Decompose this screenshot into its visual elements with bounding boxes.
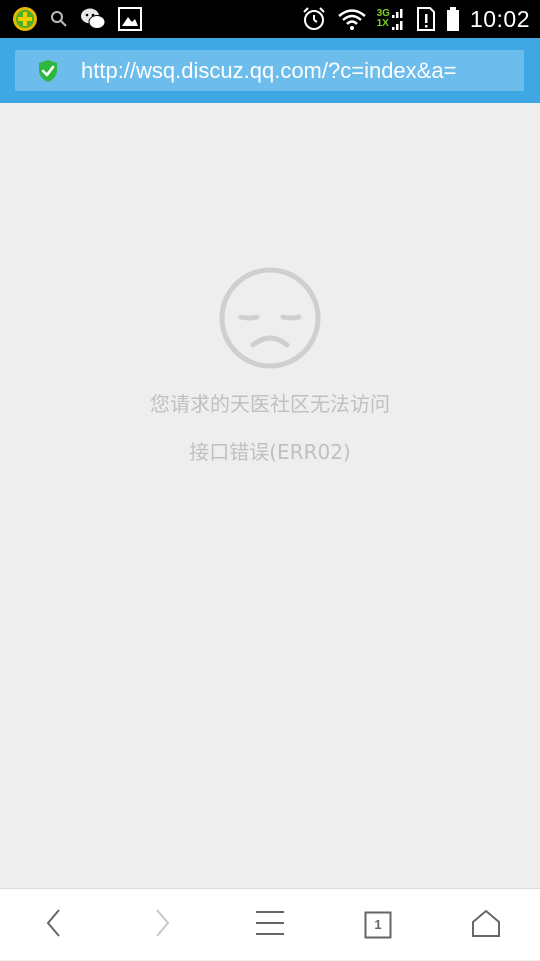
page-content: 您请求的天医社区无法访问 接口错误(ERR02) xyxy=(0,103,540,888)
status-bar-clock: 10:02 xyxy=(469,5,530,32)
wifi-icon xyxy=(337,7,367,31)
status-bar: 3G 1X 10:02 xyxy=(0,0,540,38)
sad-face-icon xyxy=(217,265,323,375)
360-security-icon xyxy=(12,6,38,32)
network-type-bottom: 1X xyxy=(376,18,389,29)
error-code: 接口错误(ERR02) xyxy=(189,440,351,464)
home-icon[interactable] xyxy=(471,908,501,942)
forward-icon[interactable] xyxy=(152,907,172,943)
shield-check-icon[interactable] xyxy=(37,59,59,87)
home-button[interactable] xyxy=(432,889,540,961)
image-icon xyxy=(118,7,142,31)
tabs-button[interactable]: 1 xyxy=(324,889,432,961)
tab-count: 1 xyxy=(374,917,382,932)
menu-icon[interactable] xyxy=(255,910,285,940)
signal-icon: 3G 1X xyxy=(377,7,406,31)
menu-button[interactable] xyxy=(216,889,324,961)
back-icon[interactable] xyxy=(44,907,64,943)
back-button[interactable] xyxy=(0,889,108,961)
alarm-icon xyxy=(301,6,327,32)
forward-button[interactable] xyxy=(108,889,216,961)
battery-icon xyxy=(446,6,460,32)
notification-icons xyxy=(12,5,142,33)
sim-alert-icon xyxy=(416,6,436,32)
system-icons: 3G 1X 10:02 xyxy=(301,4,530,34)
browser-address-bar: http://wsq.discuz.qq.com/?c=index&a= xyxy=(0,38,540,103)
url-text[interactable]: http://wsq.discuz.qq.com/?c=index&a= xyxy=(81,50,517,91)
tabs-icon[interactable]: 1 xyxy=(364,911,392,939)
wechat-icon xyxy=(80,7,106,31)
error-message: 您请求的天医社区无法访问 xyxy=(150,392,390,416)
browser-toolbar: 1 xyxy=(0,888,540,960)
url-field[interactable]: http://wsq.discuz.qq.com/?c=index&a= xyxy=(15,50,524,91)
search-icon xyxy=(50,10,68,28)
